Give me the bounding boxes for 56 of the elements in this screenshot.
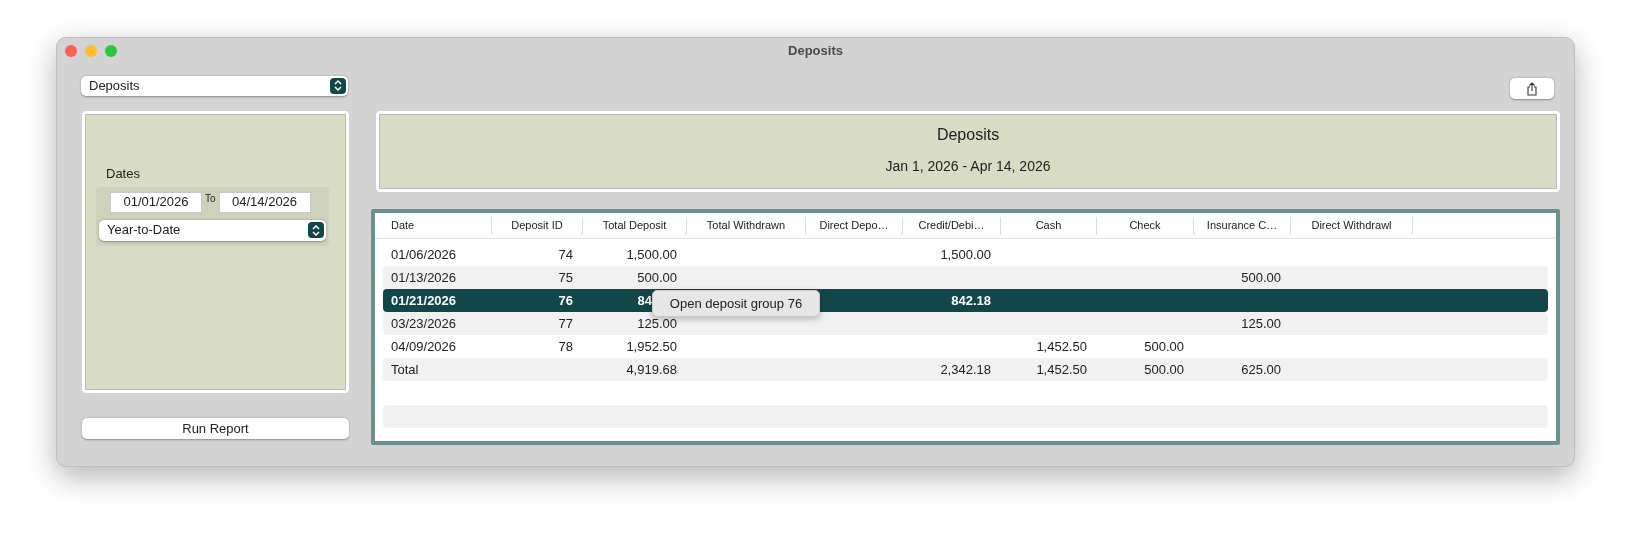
column-header[interactable]: Insurance C… xyxy=(1194,216,1291,235)
table-cell: 1,500.00 xyxy=(626,246,677,262)
table-cell: 125.00 xyxy=(637,315,677,331)
window-controls-icon[interactable] xyxy=(65,45,117,57)
table-cell: 01/13/2026 xyxy=(391,269,457,285)
table-cell: 2,342.18 xyxy=(940,361,991,377)
start-date-field[interactable]: 01/01/2026 xyxy=(110,191,202,213)
table-cell: 1,452.50 xyxy=(1036,338,1087,354)
table-cell: 01/06/2026 xyxy=(391,246,457,262)
table-cell: 77 xyxy=(558,315,573,331)
chevron-icon xyxy=(330,77,346,94)
report-picker[interactable]: Deposits xyxy=(81,75,348,96)
table-cell: 03/23/2026 xyxy=(391,315,457,331)
table-cell: 1,500.00 xyxy=(940,246,991,262)
column-header[interactable]: Total Deposit xyxy=(583,216,687,235)
share-button[interactable] xyxy=(1510,78,1554,99)
table-cell: 84 xyxy=(637,292,652,308)
table-cell: 842.18 xyxy=(951,292,991,308)
report-title: Deposits xyxy=(936,125,1000,145)
table-cell: 500.00 xyxy=(1144,338,1184,354)
column-header[interactable]: Deposit ID xyxy=(492,216,583,235)
table-cell: 125.00 xyxy=(1241,315,1281,331)
table-cell: 500.00 xyxy=(1144,361,1184,377)
column-header[interactable]: Direct Depo… xyxy=(806,216,903,235)
window-title: Deposits xyxy=(788,42,843,61)
column-header[interactable]: Credit/Debi… xyxy=(903,216,1001,235)
dates-label: Dates xyxy=(106,165,141,183)
table-cell: 76 xyxy=(558,292,573,308)
end-date-field[interactable]: 04/14/2026 xyxy=(218,191,311,213)
tooltip: Open deposit group 76 xyxy=(652,290,820,317)
column-header[interactable]: Check xyxy=(1097,216,1194,235)
table-row[interactable]: Total 4,919.68 2,342.18 1,452.50 500.00 625.00 xyxy=(383,358,1548,381)
table-cell: 75 xyxy=(558,269,573,285)
table-cell: 78 xyxy=(558,338,573,354)
chevron-icon xyxy=(308,222,324,238)
table-cell: 1,452.50 xyxy=(1036,361,1087,377)
table-cell: 1,952.50 xyxy=(626,338,677,354)
table-cell: 500.00 xyxy=(637,269,677,285)
range-picker[interactable]: Year-to-Date xyxy=(99,219,326,241)
table-cell: 500.00 xyxy=(1241,269,1281,285)
column-header[interactable]: Cash xyxy=(1001,216,1097,235)
table-cell: 04/09/2026 xyxy=(391,338,457,354)
run-report-button[interactable]: Run Report xyxy=(82,418,349,439)
table-cell: 4,919.68 xyxy=(626,361,677,377)
column-header[interactable]: Direct Withdrawl xyxy=(1291,216,1413,235)
column-header[interactable]: Date xyxy=(375,216,492,235)
table-cell: 625.00 xyxy=(1241,361,1281,377)
column-header[interactable]: Total Withdrawn xyxy=(687,216,806,235)
table-cell: Total xyxy=(391,361,419,377)
to-label: To xyxy=(205,193,216,204)
table-cell: 74 xyxy=(558,246,573,262)
table-cell: 01/21/2026 xyxy=(391,292,457,308)
report-date-range: Jan 1, 2026 - Apr 14, 2026 xyxy=(885,157,1051,176)
table-row[interactable]: 01/13/2026 75 500.00 500.00 xyxy=(383,266,1548,289)
share-icon xyxy=(1527,81,1537,96)
table-row[interactable]: 03/23/2026 77 125.00 125.00 xyxy=(383,312,1548,335)
